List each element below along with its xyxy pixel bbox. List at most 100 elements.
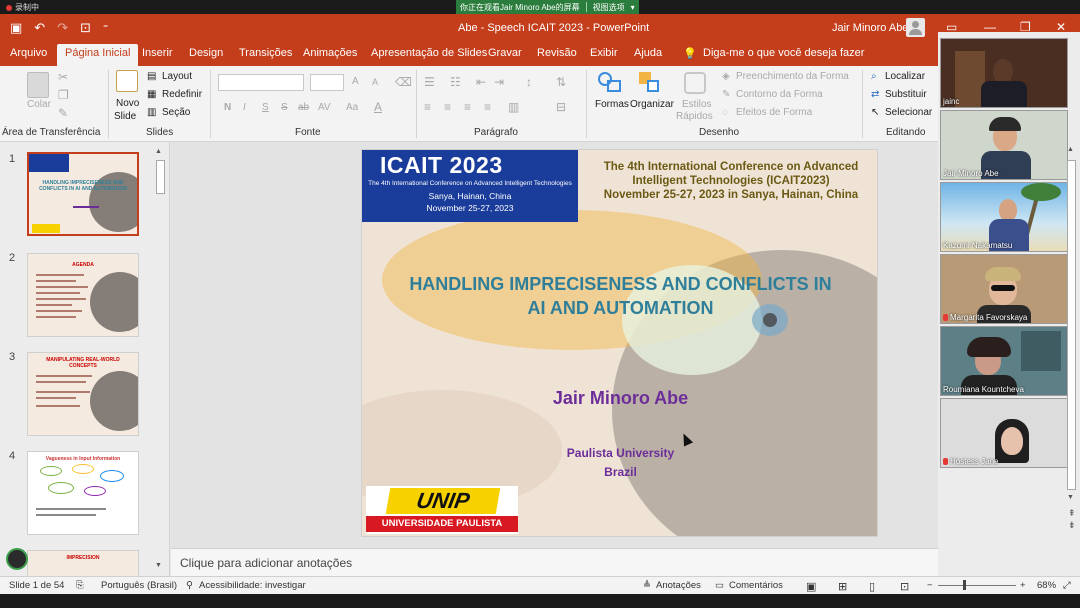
save-icon[interactable]: ▣ (10, 20, 22, 36)
slide-thumbnail-4[interactable]: Vagueness in Input Information (27, 451, 139, 535)
find-button[interactable]: Localizar (885, 71, 925, 82)
collapse-down-icon[interactable]: ⇟ (1068, 520, 1076, 531)
font-color-icon[interactable]: A (374, 100, 382, 114)
scroll-up-icon[interactable]: ▲ (1067, 146, 1074, 153)
tell-me-search[interactable]: Diga-me o que você deseja fazer (703, 47, 864, 59)
tab-ajuda[interactable]: Ajuda (634, 47, 662, 59)
char-spacing-button[interactable]: AV (318, 102, 331, 113)
align-left-icon[interactable]: ≡ (424, 100, 431, 114)
notes-button[interactable]: Anotações (656, 580, 701, 591)
shrink-font-button[interactable]: A (372, 77, 378, 87)
video-tile[interactable]: Margarita Favorskaya (940, 254, 1068, 324)
replace-button[interactable]: Substituir (885, 89, 927, 100)
tab-design[interactable]: Design (189, 47, 223, 59)
fit-slide-icon[interactable]: ⤢ (1063, 580, 1071, 591)
section-button[interactable]: Seção (162, 107, 190, 118)
strikethrough-button[interactable]: ab (298, 102, 309, 113)
bullets-icon[interactable]: ☰ (424, 75, 435, 89)
numbering-icon[interactable]: ☷ (450, 75, 461, 89)
tab-apresentacao[interactable]: Apresentação de Slides (371, 47, 487, 59)
video-panel-scrollbar[interactable]: ▲ ▼ ⇞ ⇟ (1066, 146, 1078, 530)
spellcheck-icon[interactable]: ⎘ (76, 580, 84, 591)
normal-view-icon[interactable]: ▣ (806, 580, 816, 593)
video-tile[interactable]: Roumiana Kountcheva (940, 326, 1068, 396)
slide-thumbnail-5[interactable]: IMPRECISION (27, 550, 139, 576)
slide-title[interactable]: HANDLING IMPRECISENESS AND CONFLICTS IN … (382, 272, 859, 320)
shadow-button[interactable]: S (281, 102, 288, 113)
video-tile[interactable]: jainc (940, 38, 1068, 108)
layout-button[interactable]: Layout (162, 71, 192, 82)
slide-author[interactable]: Jair Minoro Abe (362, 388, 877, 409)
arrange-icon[interactable] (639, 72, 661, 94)
line-spacing-icon[interactable]: ↕ (526, 75, 532, 89)
shape-outline-button[interactable]: Contorno da Forma (736, 89, 823, 100)
meeting-app-icon[interactable] (6, 548, 28, 570)
font-size-select[interactable] (310, 74, 344, 91)
slide-country[interactable]: Brazil (362, 465, 877, 479)
scroll-up-icon[interactable]: ▲ (155, 148, 162, 155)
scroll-down-icon[interactable]: ▼ (1067, 494, 1074, 501)
account-name[interactable]: Jair Minoro Abe (832, 22, 908, 34)
language-indicator[interactable]: Português (Brasil) (101, 580, 177, 591)
justify-icon[interactable]: ≡ (484, 100, 491, 114)
shape-fill-button[interactable]: Preenchimento da Forma (736, 71, 849, 82)
notes-placeholder[interactable]: Clique para adicionar anotações (180, 556, 352, 570)
columns-icon[interactable]: ▥ (508, 100, 519, 114)
copy-icon[interactable]: ❐ (58, 88, 69, 102)
scroll-down-icon[interactable]: ▼ (155, 562, 162, 569)
tab-transicoes[interactable]: Transições (239, 47, 292, 59)
grow-font-button[interactable]: A (352, 76, 359, 87)
video-tile[interactable]: Hostess Jane (940, 398, 1068, 468)
slide-thumbnail-3[interactable]: MANIPULATING REAL-WORLD CONCEPTS (27, 352, 139, 436)
shapes-icon[interactable] (598, 72, 622, 94)
reading-view-icon[interactable]: ▯ (869, 580, 875, 593)
paste-icon[interactable] (27, 72, 49, 98)
tab-animacoes[interactable]: Animações (303, 47, 357, 59)
notes-pane[interactable]: Clique para adicionar anotações (171, 548, 938, 576)
video-tile[interactable]: Kazumi Nakamatsu (940, 182, 1068, 252)
undo-icon[interactable]: ↶ (34, 20, 45, 36)
bold-button[interactable]: N (224, 102, 231, 113)
zoom-level[interactable]: 68% (1037, 580, 1056, 591)
zoom-out-icon[interactable]: − (927, 580, 933, 591)
align-center-icon[interactable]: ≡ (444, 100, 451, 114)
arrange-button[interactable]: Organizar (630, 99, 674, 110)
format-painter-icon[interactable]: ✎ (58, 106, 68, 120)
quick-styles-button[interactable]: Estilos (682, 99, 711, 110)
redo-icon[interactable]: ↷ (57, 20, 68, 36)
font-name-select[interactable] (218, 74, 304, 91)
shapes-button[interactable]: Formas (595, 99, 629, 110)
chevron-down-icon[interactable]: ▾ (631, 3, 635, 12)
shape-effects-button[interactable]: Efeitos de Forma (736, 107, 812, 118)
accessibility-status[interactable]: Acessibilidade: investigar (199, 580, 306, 591)
zoom-slider-thumb[interactable] (963, 580, 966, 590)
tab-arquivo[interactable]: Arquivo (10, 47, 47, 59)
comments-button[interactable]: Comentários (729, 580, 783, 591)
underline-button[interactable]: S (262, 102, 269, 113)
decrease-indent-icon[interactable]: ⇤ (476, 75, 486, 89)
text-direction-icon[interactable]: ⇅ (556, 75, 566, 89)
paste-button[interactable]: Colar (27, 99, 51, 110)
scroll-thumb[interactable] (1067, 160, 1076, 490)
italic-button[interactable]: I (243, 102, 246, 113)
slideshow-icon[interactable]: ⊡ (900, 580, 909, 593)
align-text-icon[interactable]: ⊟ (556, 100, 566, 114)
select-button[interactable]: Selecionar (885, 107, 932, 118)
align-right-icon[interactable]: ≡ (464, 100, 471, 114)
current-slide[interactable]: ICAIT 2023 The 4th International Confere… (361, 149, 878, 537)
view-options-button[interactable]: 视图选项 (593, 2, 625, 13)
tab-exibir[interactable]: Exibir (590, 47, 618, 59)
reset-button[interactable]: Redefinir (162, 89, 202, 100)
clear-format-icon[interactable]: ⌫ (395, 75, 412, 89)
slide-sorter-icon[interactable]: ⊞ (838, 580, 847, 593)
slide-affiliation[interactable]: Paulista University (362, 446, 877, 460)
video-tile[interactable]: Jair Minoro Abe (940, 110, 1068, 180)
avatar[interactable] (906, 18, 925, 37)
change-case-button[interactable]: Aa (346, 102, 358, 113)
present-icon[interactable]: ⊡ (80, 20, 91, 36)
scroll-thumb[interactable] (156, 160, 165, 194)
thumbnails-scrollbar[interactable]: ▲ ▼ (155, 148, 166, 576)
zoom-slider[interactable] (938, 585, 1016, 586)
slide-thumbnail-2[interactable]: AGENDA (27, 253, 139, 337)
cut-icon[interactable]: ✂ (58, 70, 68, 84)
